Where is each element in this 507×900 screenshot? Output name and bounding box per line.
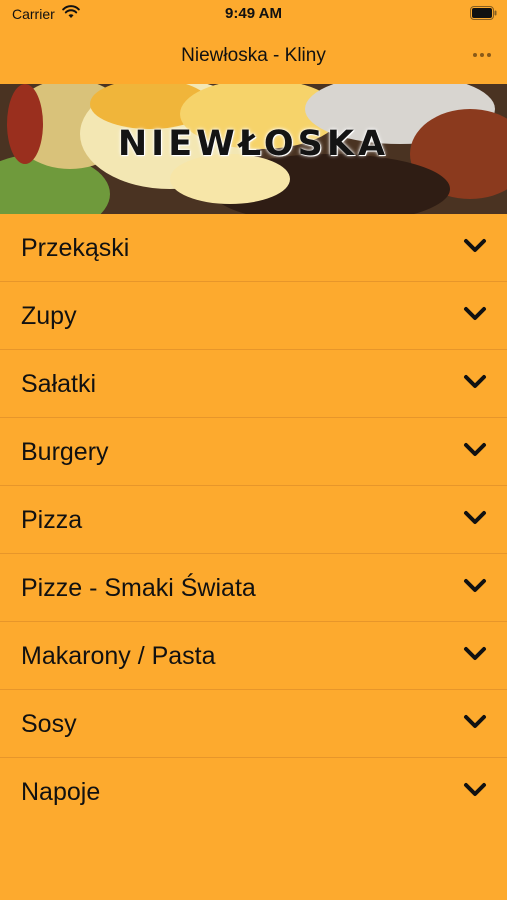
category-label: Napoje	[21, 778, 101, 806]
more-options-button[interactable]	[469, 42, 495, 68]
category-list: Przekąski Zupy Sałatki Burgery Pizza Piz…	[0, 214, 507, 826]
category-label: Burgery	[21, 438, 109, 466]
chevron-down-icon	[464, 783, 486, 796]
category-label: Sosy	[21, 710, 77, 738]
battery-full-icon	[470, 6, 497, 25]
category-label: Makarony / Pasta	[21, 642, 216, 670]
category-row[interactable]: Pizza	[0, 486, 507, 554]
category-row[interactable]: Napoje	[0, 758, 507, 826]
category-label: Pizze - Smaki Świata	[21, 574, 256, 602]
restaurant-banner: NIEWŁOSKA	[0, 84, 507, 214]
chevron-down-icon	[464, 715, 486, 728]
more-horizontal-icon	[473, 53, 477, 57]
chevron-down-icon	[464, 307, 486, 320]
category-label: Zupy	[21, 302, 77, 330]
chevron-down-icon	[464, 375, 486, 388]
category-row[interactable]: Makarony / Pasta	[0, 622, 507, 690]
chevron-down-icon	[464, 511, 486, 524]
category-row[interactable]: Przekąski	[0, 214, 507, 282]
status-time: 9:49 AM	[225, 5, 282, 22]
category-row[interactable]: Pizze - Smaki Świata	[0, 554, 507, 622]
chevron-down-icon	[464, 647, 486, 660]
page-title: Niewłoska - Kliny	[181, 45, 326, 66]
status-bar: Carrier 9:49 AM	[0, 0, 507, 28]
category-row[interactable]: Sałatki	[0, 350, 507, 418]
chevron-down-icon	[464, 239, 486, 252]
category-label: Sałatki	[21, 370, 97, 398]
chevron-down-icon	[464, 443, 486, 456]
chevron-down-icon	[464, 579, 486, 592]
navigation-bar: Niewłoska - Kliny	[0, 28, 507, 84]
category-label: Przekąski	[21, 234, 130, 262]
category-row[interactable]: Sosy	[0, 690, 507, 758]
category-row[interactable]: Burgery	[0, 418, 507, 486]
restaurant-logo: NIEWŁOSKA	[117, 124, 390, 164]
category-row[interactable]: Zupy	[0, 282, 507, 350]
category-label: Pizza	[21, 506, 83, 534]
